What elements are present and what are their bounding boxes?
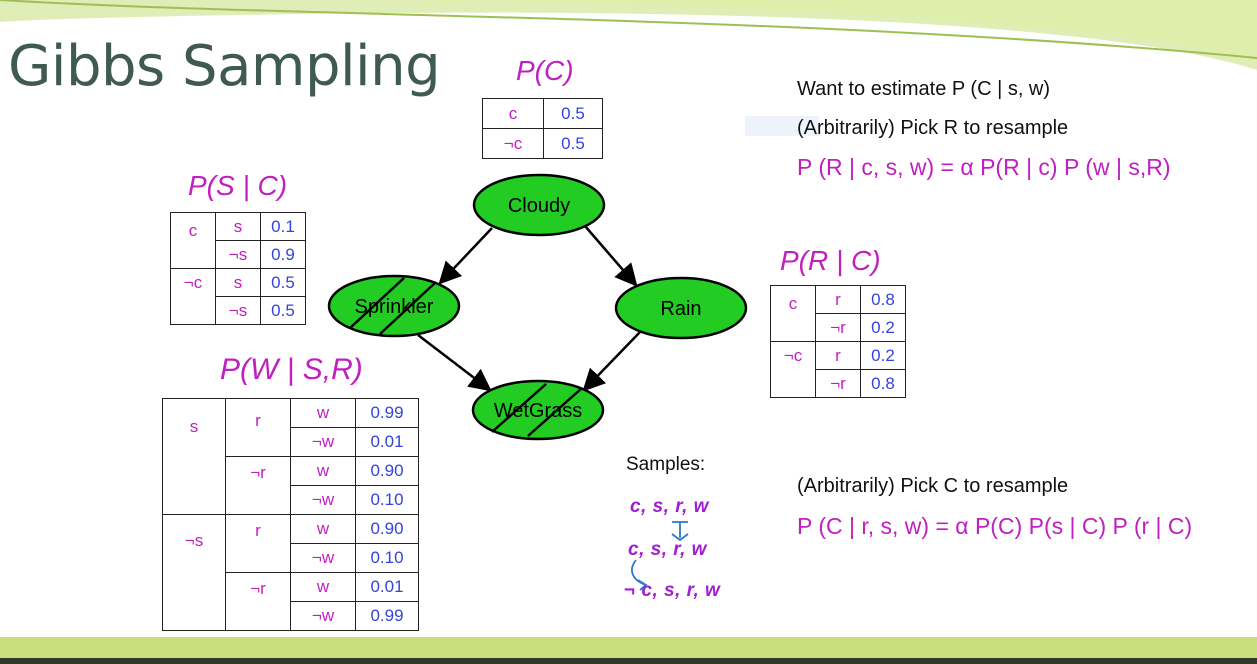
node-label: Sprinkler <box>355 296 434 318</box>
footer-line <box>0 658 1257 664</box>
note-line-2: (Arbitrarily) Pick R to resample <box>797 117 1069 139</box>
sample-arrow-1 <box>671 521 689 542</box>
slide: Gibbs Sampling P(C) c 0.5 ¬c 0.5 P(S | C… <box>0 0 1257 664</box>
edge-cloudy-sprinkler <box>438 227 493 285</box>
equation-1: P (R | c, s, w) = α P(R | c) P (w | s,R) <box>797 154 1171 180</box>
equation-2: P (C | r, s, w) = α P(C) P(s | C) P (r |… <box>797 513 1193 539</box>
note-line-1: Want to estimate P (C | s, w) <box>797 78 1051 100</box>
samples-label: Samples: <box>626 454 706 475</box>
node-sprinkler: Sprinkler <box>327 274 461 338</box>
node-cloudy: Cloudy <box>472 173 606 237</box>
edge-rain-wetgrass <box>582 331 641 392</box>
edge-sprinkler-wetgrass <box>417 334 492 392</box>
sample-item: ¬ c, s, r, w <box>624 580 721 601</box>
sample-item: c, s, r, w <box>630 496 709 517</box>
node-wetgrass: WetGrass <box>471 379 605 441</box>
note-line-3: (Arbitrarily) Pick C to resample <box>797 475 1069 497</box>
node-label: Rain <box>660 298 701 320</box>
bayes-net-diagram: Cloudy Sprinkler Rain WetGrass <box>327 173 748 591</box>
node-label: Cloudy <box>508 195 570 217</box>
sample-item: c, s, r, w <box>628 539 707 560</box>
edge-cloudy-rain <box>584 225 638 287</box>
node-rain: Rain <box>614 276 748 340</box>
